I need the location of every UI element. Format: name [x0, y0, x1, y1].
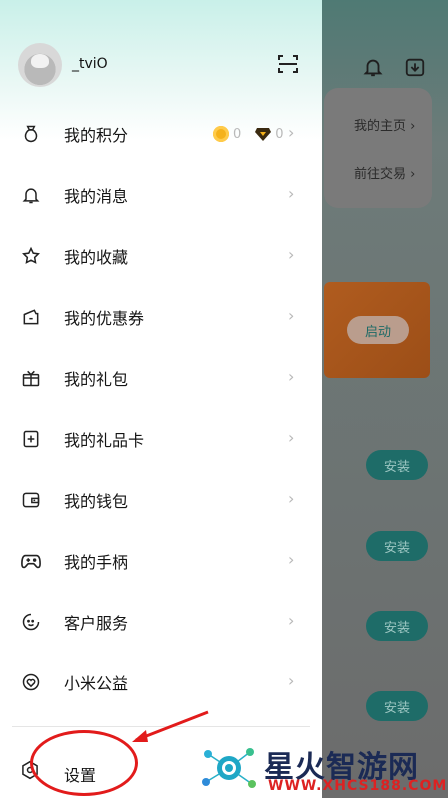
gift-card-icon — [20, 428, 42, 450]
menu-item-label: 我的消息 — [64, 187, 129, 206]
coin-icon — [213, 126, 229, 142]
install-button[interactable]: 安装 — [366, 611, 428, 641]
bell-icon[interactable] — [356, 50, 390, 84]
watermark: 星火智游网 WWW.XHCS188.COM — [198, 740, 448, 798]
background-card — [324, 88, 432, 208]
menu-item-label: 我的手柄 — [64, 553, 129, 572]
install-button[interactable]: 安装 — [366, 691, 428, 721]
install-button[interactable]: 安装 — [366, 531, 428, 561]
menu-item-gift-pack[interactable]: 我的礼包 › — [0, 349, 310, 407]
chevron-right-icon: › — [288, 245, 295, 264]
chevron-right-icon: › — [288, 611, 295, 630]
menu-item-label: 我的积分 — [64, 126, 129, 145]
gamepad-icon — [20, 550, 42, 572]
avatar[interactable] — [18, 43, 62, 87]
launch-button[interactable]: 启动 — [347, 316, 409, 344]
menu-item-messages[interactable]: 我的消息 › — [0, 166, 310, 224]
menu-item-label: 我的礼品卡 — [64, 431, 145, 450]
coupon-icon — [20, 306, 42, 328]
menu-item-label: 小米公益 — [64, 674, 129, 693]
bell-icon — [20, 184, 42, 206]
wallet-icon — [20, 489, 42, 511]
chevron-right-icon: › — [288, 550, 295, 569]
chevron-right-icon: › — [288, 184, 295, 203]
customer-service-icon — [20, 611, 42, 633]
profile-header[interactable]: _tviO — [0, 40, 322, 92]
menu-item-wallet[interactable]: 我的钱包 › — [0, 471, 310, 529]
menu-item-gift-card[interactable]: 我的礼品卡 › — [0, 410, 310, 468]
menu-item-label: 我的收藏 — [64, 248, 129, 267]
my-homepage-link[interactable]: 我的主页 › — [354, 115, 415, 134]
menu-item-label: 我的礼包 — [64, 370, 129, 389]
scan-icon[interactable] — [276, 52, 300, 76]
menu-item-label: 我的钱包 — [64, 492, 129, 511]
download-icon[interactable] — [398, 50, 432, 84]
chevron-right-icon: › — [288, 489, 295, 508]
menu-item-points[interactable]: 我的积分 0 0 › — [0, 105, 310, 163]
watermark-logo-icon — [202, 748, 256, 788]
chevron-right-icon: › — [288, 428, 295, 447]
diamond-icon — [255, 128, 272, 141]
coin-count: 0 — [233, 126, 242, 142]
gift-box-icon — [20, 367, 42, 389]
diamond-count: 0 — [275, 126, 284, 142]
points-bag-icon — [20, 123, 42, 145]
go-trade-link[interactable]: 前往交易 › — [354, 163, 415, 182]
menu-item-favorites[interactable]: 我的收藏 › — [0, 227, 310, 285]
chevron-right-icon: › — [288, 123, 295, 142]
side-drawer: _tviO 我的积分 0 0 › 我的消息 › 我的收藏 › 我的优惠券 › 我… — [0, 0, 322, 798]
charity-heart-icon — [20, 671, 42, 693]
annotation-circle — [30, 730, 138, 796]
menu-item-customer-service[interactable]: 客户服务 › — [0, 593, 310, 651]
menu-item-coupons[interactable]: 我的优惠券 › — [0, 288, 310, 346]
menu-item-gamepad[interactable]: 我的手柄 › — [0, 532, 310, 590]
watermark-url: WWW.XHCS188.COM — [268, 778, 448, 794]
chevron-right-icon: › — [288, 671, 295, 690]
background-top-icons — [352, 50, 432, 84]
menu-item-label: 我的优惠券 — [64, 309, 145, 328]
points-summary: 0 0 — [213, 125, 284, 143]
star-icon — [20, 245, 42, 267]
install-button[interactable]: 安装 — [366, 450, 428, 480]
username: _tviO — [72, 56, 108, 72]
menu-item-label: 客户服务 — [64, 614, 129, 633]
menu-item-charity[interactable]: 小米公益 › — [0, 653, 310, 711]
chevron-right-icon: › — [288, 306, 295, 325]
chevron-right-icon: › — [288, 367, 295, 386]
